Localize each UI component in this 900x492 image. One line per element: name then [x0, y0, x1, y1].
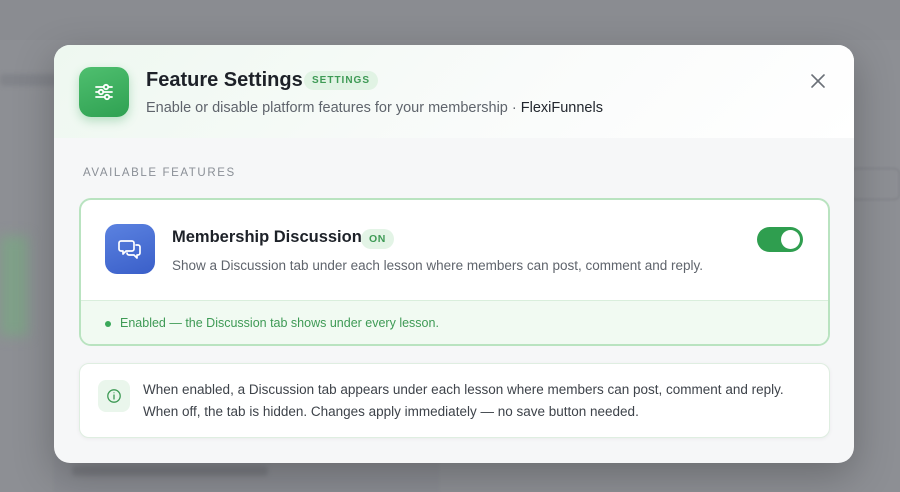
background-text — [0, 74, 60, 86]
background-sidebar-item — [0, 236, 28, 336]
feature-status-badge: ON — [361, 229, 394, 249]
info-card: When enabled, a Discussion tab appears u… — [79, 363, 830, 438]
modal-header: Feature Settings SETTINGS Enable or disa… — [54, 45, 854, 138]
close-icon[interactable] — [810, 73, 826, 89]
sliders-icon — [79, 67, 129, 117]
feature-status-text: Enabled — the Discussion tab shows under… — [120, 316, 439, 330]
feature-status-bar: Enabled — the Discussion tab shows under… — [81, 300, 828, 344]
info-icon — [98, 380, 130, 412]
background-topbar — [0, 0, 900, 40]
brand-name: FlexiFunnels — [520, 100, 603, 116]
chat-bubbles-icon — [105, 224, 155, 274]
feature-card-membership-discussion: Membership Discussion ON Show a Discussi… — [79, 198, 830, 346]
close-button[interactable] — [806, 69, 830, 93]
toggle-knob[interactable] — [781, 230, 800, 249]
feature-toggle[interactable] — [757, 227, 803, 252]
info-text-line-1: When enabled, a Discussion tab appears u… — [143, 382, 784, 397]
subtitle-text: Enable or disable platform features for … — [146, 100, 521, 116]
feature-description: Show a Discussion tab under each lesson … — [172, 258, 704, 273]
settings-badge: SETTINGS — [304, 71, 379, 90]
modal-subtitle: Enable or disable platform features for … — [146, 100, 603, 116]
modal-title: Feature Settings — [146, 69, 303, 91]
feature-title: Membership Discussion — [172, 228, 362, 246]
background-text — [72, 466, 268, 476]
status-dot-icon — [105, 321, 111, 327]
background-chip — [850, 168, 900, 200]
info-text-line-2: When off, the tab is hidden. Changes app… — [143, 404, 639, 419]
section-label: AVAILABLE FEATURES — [83, 167, 236, 179]
feature-settings-modal: Feature Settings SETTINGS Enable or disa… — [54, 45, 854, 463]
